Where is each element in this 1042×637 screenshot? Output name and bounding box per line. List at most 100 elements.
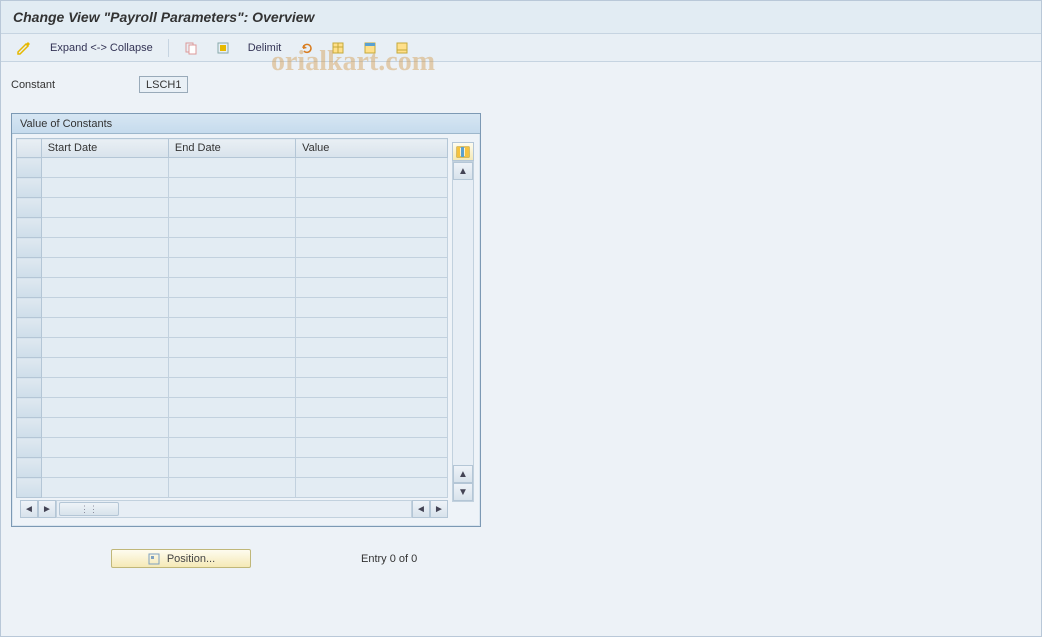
delimit-button[interactable]: Delimit [241, 38, 289, 58]
row-selector[interactable] [17, 338, 42, 358]
col-start-date[interactable]: Start Date [41, 139, 168, 158]
col-value[interactable]: Value [296, 139, 448, 158]
cell-start[interactable] [41, 298, 168, 318]
position-button[interactable]: Position... [111, 549, 251, 568]
table-settings-icon[interactable] [452, 142, 474, 161]
cell-value[interactable] [296, 298, 448, 318]
cell-end[interactable] [168, 398, 295, 418]
table-row [17, 378, 448, 398]
cell-end[interactable] [168, 178, 295, 198]
cell-value[interactable] [296, 158, 448, 178]
row-selector[interactable] [17, 458, 42, 478]
cell-value[interactable] [296, 418, 448, 438]
cell-end[interactable] [168, 158, 295, 178]
change-icon[interactable] [9, 38, 39, 58]
cell-value[interactable] [296, 458, 448, 478]
cell-start[interactable] [41, 178, 168, 198]
row-selector[interactable] [17, 238, 42, 258]
cell-value[interactable] [296, 238, 448, 258]
row-selector[interactable] [17, 478, 42, 498]
cell-value[interactable] [296, 318, 448, 338]
scroll-down-icon[interactable]: ▼ [453, 483, 473, 501]
cell-end[interactable] [168, 278, 295, 298]
cell-value[interactable] [296, 358, 448, 378]
cell-start[interactable] [41, 278, 168, 298]
cell-end[interactable] [168, 358, 295, 378]
cell-end[interactable] [168, 298, 295, 318]
cell-start[interactable] [41, 418, 168, 438]
cell-value[interactable] [296, 478, 448, 498]
cell-end[interactable] [168, 238, 295, 258]
col-end-date[interactable]: End Date [168, 139, 295, 158]
row-selector[interactable] [17, 378, 42, 398]
table-select-icon[interactable] [356, 38, 384, 58]
scroll-up-icon[interactable]: ▲ [453, 162, 473, 180]
row-selector[interactable] [17, 438, 42, 458]
cell-start[interactable] [41, 318, 168, 338]
row-selector[interactable] [17, 418, 42, 438]
expand-collapse-button[interactable]: Expand <-> Collapse [43, 38, 160, 58]
cell-start[interactable] [41, 198, 168, 218]
cell-end[interactable] [168, 218, 295, 238]
position-icon [147, 553, 161, 565]
horizontal-scrollbar[interactable]: ◄ ► ⋮⋮ ◄ ► [20, 500, 448, 518]
vertical-scrollbar[interactable]: ▲ ▲ ▼ [452, 161, 474, 502]
cell-end[interactable] [168, 438, 295, 458]
cell-value[interactable] [296, 218, 448, 238]
vscroll-track[interactable] [453, 180, 473, 465]
scroll-down-page-icon[interactable]: ▲ [453, 465, 473, 483]
row-selector[interactable] [17, 278, 42, 298]
row-selector[interactable] [17, 358, 42, 378]
cell-end[interactable] [168, 258, 295, 278]
table-row [17, 218, 448, 238]
scroll-left-icon[interactable]: ◄ [20, 500, 38, 518]
copy-icon[interactable] [177, 38, 205, 58]
cell-end[interactable] [168, 198, 295, 218]
row-selector[interactable] [17, 158, 42, 178]
cell-value[interactable] [296, 198, 448, 218]
table-new-icon[interactable] [324, 38, 352, 58]
cell-end[interactable] [168, 458, 295, 478]
cell-start[interactable] [41, 158, 168, 178]
cell-start[interactable] [41, 258, 168, 278]
cell-end[interactable] [168, 418, 295, 438]
select-all-icon[interactable] [209, 38, 237, 58]
undo-icon[interactable] [292, 38, 320, 58]
cell-start[interactable] [41, 378, 168, 398]
table-row [17, 438, 448, 458]
cell-start[interactable] [41, 438, 168, 458]
cell-value[interactable] [296, 258, 448, 278]
cell-value[interactable] [296, 398, 448, 418]
row-selector[interactable] [17, 258, 42, 278]
cell-start[interactable] [41, 238, 168, 258]
cell-value[interactable] [296, 278, 448, 298]
row-selector[interactable] [17, 198, 42, 218]
cell-value[interactable] [296, 378, 448, 398]
scroll-right-step-icon[interactable]: ► [38, 500, 56, 518]
cell-end[interactable] [168, 378, 295, 398]
cell-end[interactable] [168, 318, 295, 338]
cell-start[interactable] [41, 478, 168, 498]
row-selector[interactable] [17, 298, 42, 318]
hscroll-thumb[interactable]: ⋮⋮ [59, 502, 119, 516]
cell-start[interactable] [41, 458, 168, 478]
cell-start[interactable] [41, 218, 168, 238]
row-selector[interactable] [17, 178, 42, 198]
cell-value[interactable] [296, 438, 448, 458]
row-selector[interactable] [17, 398, 42, 418]
scroll-left-end-icon[interactable]: ◄ [412, 500, 430, 518]
table-corner[interactable] [17, 139, 42, 158]
row-selector[interactable] [17, 318, 42, 338]
row-selector[interactable] [17, 218, 42, 238]
cell-start[interactable] [41, 338, 168, 358]
cell-end[interactable] [168, 478, 295, 498]
constant-value[interactable]: LSCH1 [139, 76, 188, 93]
hscroll-track[interactable]: ⋮⋮ [56, 500, 412, 518]
cell-start[interactable] [41, 358, 168, 378]
cell-value[interactable] [296, 178, 448, 198]
cell-value[interactable] [296, 338, 448, 358]
table-deselect-icon[interactable] [388, 38, 416, 58]
scroll-right-icon[interactable]: ► [430, 500, 448, 518]
cell-end[interactable] [168, 338, 295, 358]
cell-start[interactable] [41, 398, 168, 418]
